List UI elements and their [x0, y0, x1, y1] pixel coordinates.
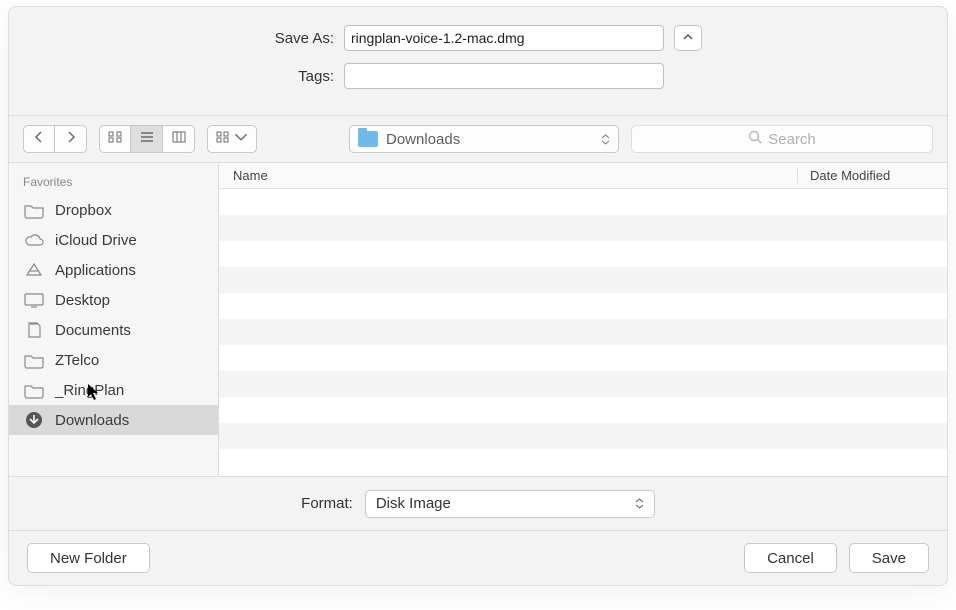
- chevron-left-icon: [31, 130, 47, 149]
- group-icon: [216, 130, 230, 148]
- list-row: [219, 189, 947, 215]
- list-row: [219, 345, 947, 371]
- sidebar-item-ztelco[interactable]: ZTelco: [9, 345, 218, 375]
- documents-icon: [23, 321, 45, 339]
- format-row: Format: Disk Image: [9, 477, 947, 531]
- search-icon: [748, 130, 762, 148]
- toolbar: Downloads Search: [9, 115, 947, 163]
- group-by-button[interactable]: [207, 125, 257, 153]
- list-row: [219, 241, 947, 267]
- folder-icon: [23, 201, 45, 219]
- list-row: [219, 215, 947, 241]
- sidebar-item-label: Desktop: [55, 292, 110, 309]
- sidebar-item-label: Downloads: [55, 412, 129, 429]
- columns-icon: [171, 130, 187, 149]
- search-placeholder: Search: [768, 131, 816, 148]
- sidebar-item-label: Documents: [55, 322, 131, 339]
- icon-view-button[interactable]: [99, 125, 131, 153]
- cancel-button[interactable]: Cancel: [744, 543, 837, 573]
- sidebar-item-label: iCloud Drive: [55, 232, 137, 249]
- list-row: [219, 371, 947, 397]
- format-value: Disk Image: [376, 495, 451, 512]
- column-date[interactable]: Date Modified: [797, 168, 947, 183]
- chevron-down-icon: [234, 130, 248, 148]
- save-button[interactable]: Save: [849, 543, 929, 573]
- list-row: [219, 449, 947, 475]
- sidebar-item-ringplan[interactable]: _RingPlan: [9, 375, 218, 405]
- column-name[interactable]: Name: [219, 168, 797, 183]
- grid-icon: [107, 130, 123, 149]
- tags-label: Tags:: [254, 68, 334, 85]
- stepper-icon: [635, 498, 644, 509]
- tags-input[interactable]: [344, 63, 664, 89]
- list-header: Name Date Modified: [219, 163, 947, 189]
- sidebar-item-dropbox[interactable]: Dropbox: [9, 195, 218, 225]
- folder-icon: [23, 381, 45, 399]
- forward-button[interactable]: [55, 125, 87, 153]
- list-row: [219, 267, 947, 293]
- column-view-button[interactable]: [163, 125, 195, 153]
- sidebar-item-applications[interactable]: Applications: [9, 255, 218, 285]
- path-label: Downloads: [386, 131, 460, 148]
- list-row: [219, 293, 947, 319]
- save-as-label: Save As:: [254, 30, 334, 47]
- desktop-icon: [23, 291, 45, 309]
- list-row: [219, 319, 947, 345]
- sidebar-item-label: ZTelco: [55, 352, 99, 369]
- applications-icon: [23, 261, 45, 279]
- format-select[interactable]: Disk Image: [365, 490, 655, 518]
- list-row: [219, 397, 947, 423]
- cloud-icon: [23, 231, 45, 249]
- bottom-bar: New Folder Cancel Save: [9, 531, 947, 585]
- sidebar-item-downloads[interactable]: Downloads: [9, 405, 218, 435]
- sidebar-item-desktop[interactable]: Desktop: [9, 285, 218, 315]
- save-dialog: Save As: Tags:: [8, 6, 948, 586]
- search-field[interactable]: Search: [631, 125, 933, 153]
- chevron-right-icon: [63, 130, 79, 149]
- path-dropdown[interactable]: Downloads: [349, 125, 619, 153]
- new-folder-button[interactable]: New Folder: [27, 543, 150, 573]
- file-list: Name Date Modified: [219, 163, 947, 476]
- list-row: [219, 423, 947, 449]
- download-icon: [23, 411, 45, 429]
- save-as-input[interactable]: [344, 25, 664, 51]
- folder-icon: [23, 351, 45, 369]
- stepper-icon: [601, 134, 610, 145]
- format-label: Format:: [301, 495, 353, 512]
- nav-group: [23, 125, 87, 153]
- list-view-button[interactable]: [131, 125, 163, 153]
- sidebar-item-icloud[interactable]: iCloud Drive: [9, 225, 218, 255]
- file-rows[interactable]: [219, 189, 947, 476]
- sidebar: Favorites Dropbox iCloud Drive Applicati…: [9, 163, 219, 476]
- sidebar-item-label: Applications: [55, 262, 136, 279]
- sidebar-item-label: Dropbox: [55, 202, 112, 219]
- collapse-button[interactable]: [674, 25, 702, 51]
- view-group: [99, 125, 195, 153]
- chevron-up-icon: [683, 29, 693, 47]
- folder-icon: [358, 131, 378, 147]
- sidebar-section: Favorites: [9, 171, 218, 195]
- list-icon: [139, 130, 155, 149]
- back-button[interactable]: [23, 125, 55, 153]
- sidebar-item-documents[interactable]: Documents: [9, 315, 218, 345]
- top-fields: Save As: Tags:: [9, 7, 947, 115]
